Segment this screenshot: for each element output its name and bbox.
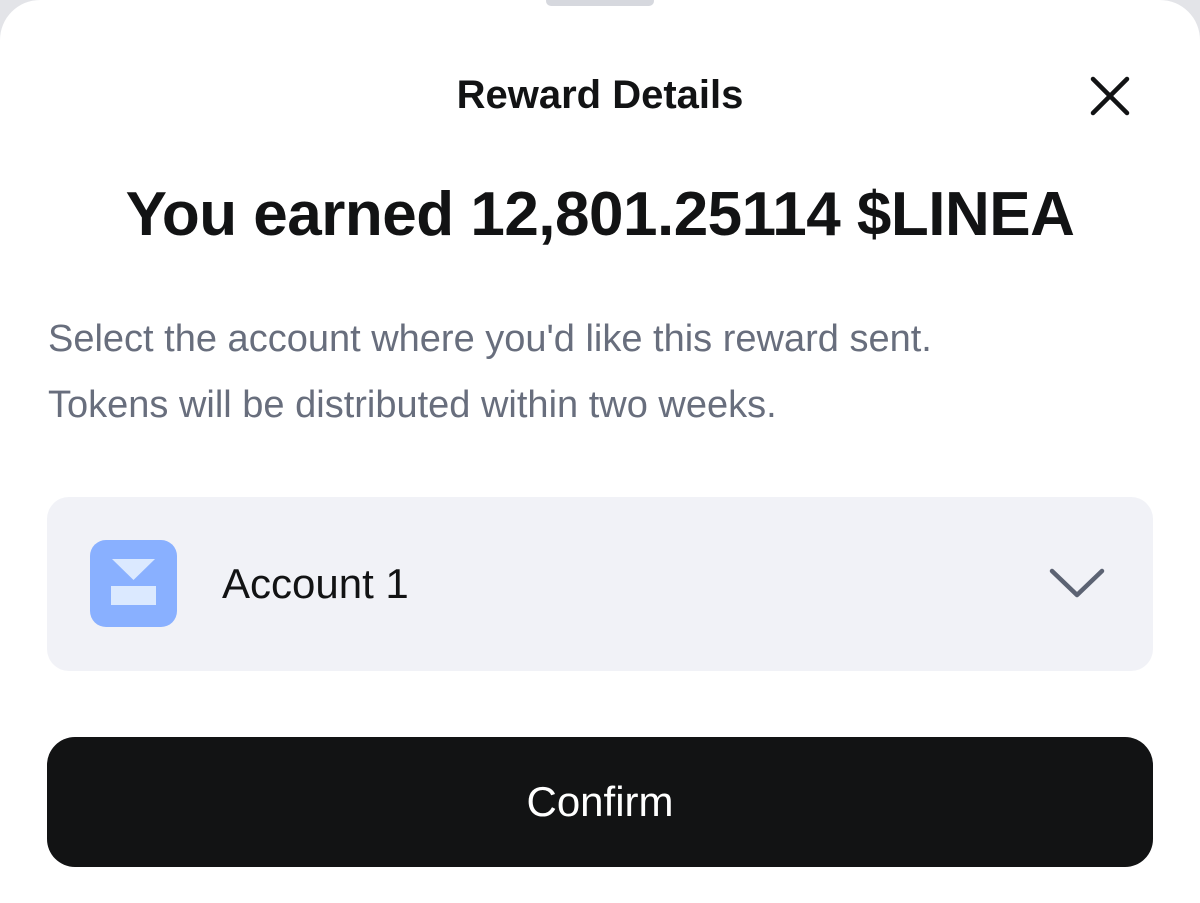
reward-description: Select the account where you'd like this… (48, 306, 1168, 438)
account-avatar-icon (90, 540, 177, 627)
account-select[interactable]: Account 1 (47, 497, 1153, 671)
modal-title: Reward Details (456, 73, 744, 117)
reward-details-sheet: Reward Details You earned 12,801.25114 $… (0, 0, 1200, 903)
selected-account-label: Account 1 (222, 560, 409, 607)
close-button[interactable] (1080, 66, 1140, 126)
description-line-1: Select the account where you'd like this… (48, 318, 932, 360)
confirm-button[interactable]: Confirm (47, 737, 1153, 867)
close-icon (1090, 76, 1130, 116)
description-line-2: Tokens will be distributed within two we… (48, 384, 777, 426)
reward-amount-headline: You earned 12,801.25114 $LINEA (125, 180, 1075, 249)
drag-handle[interactable] (546, 0, 654, 6)
chevron-down-icon (1049, 568, 1105, 598)
